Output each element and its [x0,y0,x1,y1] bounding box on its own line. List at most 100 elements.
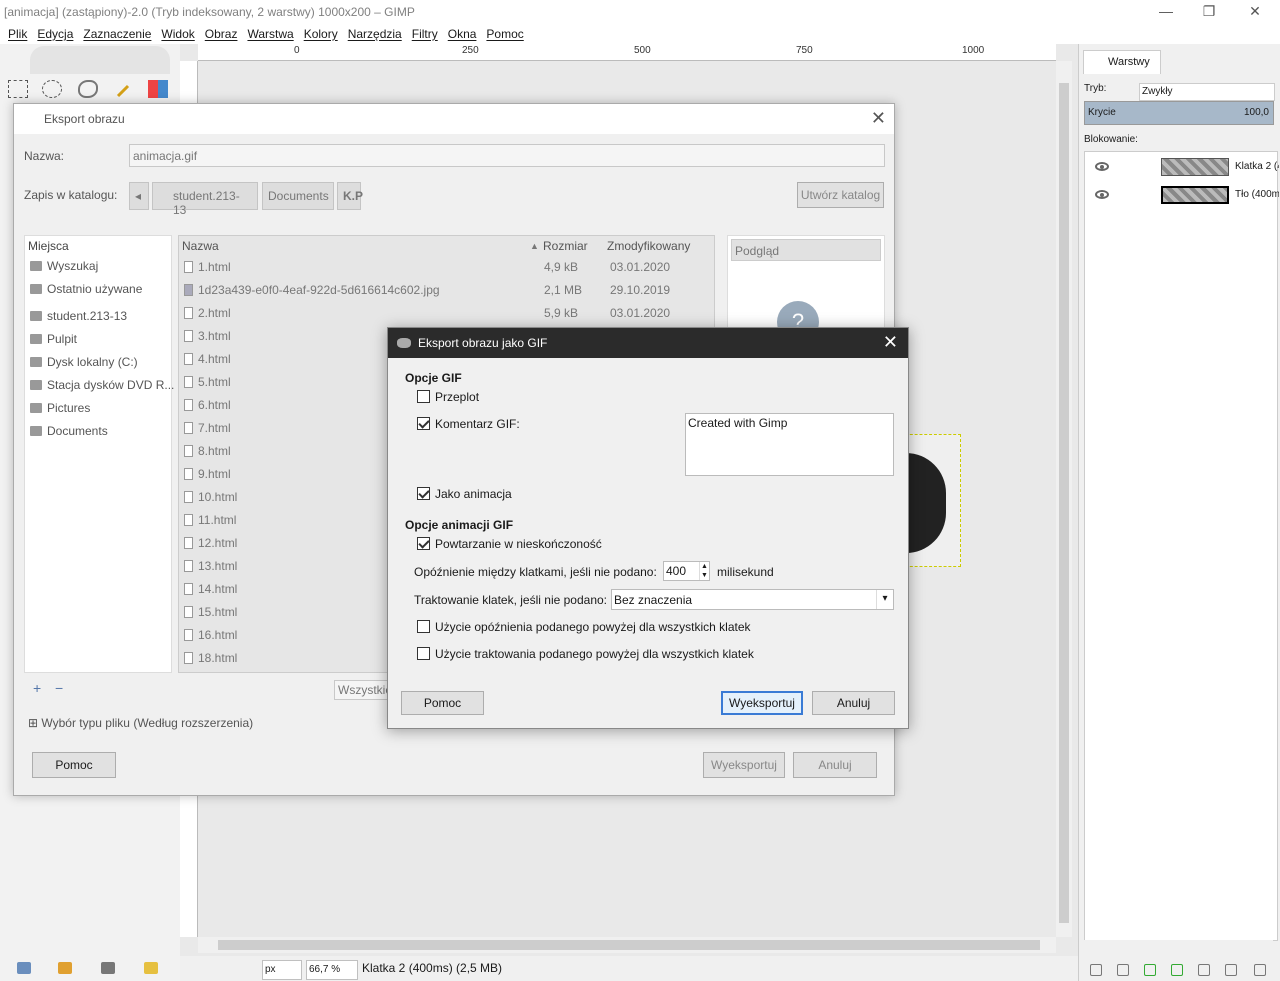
menu-widok[interactable]: Widok [156,27,199,41]
delay-spinbutton[interactable]: 400 ▲ ▼ [663,561,710,581]
breadcrumb-back-button[interactable]: ◂ [129,182,149,210]
gif-cancel-button[interactable]: Anuluj [812,691,895,715]
zoom-combo[interactable]: 66,7 % [306,960,358,980]
fuzzy-select-icon[interactable] [114,80,134,98]
status-text: Klatka 2 (400ms) (2,5 MB) [362,961,503,975]
spin-arrows-icon[interactable]: ▲ ▼ [699,562,709,580]
use-disposal-all-checkbox[interactable] [417,647,430,660]
breadcrumb-item[interactable]: K.P [337,182,363,210]
image-icon[interactable] [58,962,72,974]
menu-plik[interactable]: Plik [3,27,32,41]
file-row[interactable]: 2.html 5,9 kB 03.01.2020 [182,303,712,323]
disposal-combo[interactable]: Bez znaczenia ▾ [611,589,894,610]
opacity-slider[interactable]: Krycie 100,0 [1084,101,1274,125]
scroll-thumb[interactable] [218,940,1040,950]
help-button[interactable]: Pomoc [32,752,116,778]
gif-comment-checkbox[interactable] [417,417,430,430]
layers-horizontal-scrollbar[interactable] [1083,940,1273,956]
free-select-icon[interactable] [78,80,98,98]
file-row[interactable]: 1d23a439-e0f0-4eaf-922d-5d616614c602.jpg… [182,280,712,300]
menu-obraz[interactable]: Obraz [200,27,243,41]
layers-dock-buttons [1078,956,1280,981]
place-home[interactable]: student.213-13 [30,309,127,323]
menu-edycja[interactable]: Edycja [32,27,78,41]
tab-layers[interactable]: Warstwy [1083,50,1161,74]
preview-header: Podgląd [731,239,881,261]
use-delay-all-checkbox[interactable] [417,620,430,633]
unit-combo[interactable]: px [262,960,302,980]
canvas-horizontal-scrollbar[interactable] [198,937,1056,953]
lower-layer-icon[interactable] [1171,964,1183,976]
new-layer-icon[interactable] [1090,964,1102,976]
menu-pomoc[interactable]: Pomoc [481,27,528,41]
place-search[interactable]: Wyszukaj [30,259,98,273]
save-icon[interactable] [17,962,31,974]
close-window-button[interactable]: ✕ [1232,0,1278,23]
menu-zaznaczenie[interactable]: Zaznaczenie [78,27,156,41]
canvas-vertical-scrollbar[interactable] [1056,61,1072,937]
new-layer-group-icon[interactable] [1117,964,1129,976]
column-size[interactable]: Rozmiar [543,239,588,253]
column-name[interactable]: Nazwa [182,239,219,253]
image-file-icon [184,284,193,296]
file-icon [184,606,193,618]
opacity-label: Krycie [1088,107,1116,118]
place-recent[interactable]: Ostatnio używane [30,282,142,296]
mode-combo[interactable]: Zwykły [1139,83,1275,101]
delete-layer-icon[interactable] [1254,964,1266,976]
file-filter-combo[interactable]: Wszystkie [334,680,394,700]
image-canvas[interactable] [905,434,961,567]
menu-filtry[interactable]: Filtry [407,27,443,41]
gif-help-button[interactable]: Pomoc [401,691,484,715]
rect-select-icon[interactable] [8,80,28,98]
place-label: Wyszukaj [47,259,99,273]
dvd-drive-icon [30,380,42,390]
reset-icon[interactable] [144,962,158,974]
loop-forever-checkbox[interactable] [417,537,430,550]
visibility-eye-icon[interactable] [1095,190,1109,199]
breadcrumb-item[interactable]: student.213-13 [152,182,258,217]
column-modified[interactable]: Zmodyfikowany [607,239,690,253]
menu-okna[interactable]: Okna [443,27,482,41]
place-desktop[interactable]: Pulpit [30,332,77,346]
place-local-disk[interactable]: Dysk lokalny (C:) [30,355,138,369]
duplicate-layer-icon[interactable] [1198,964,1210,976]
file-icon [184,307,193,319]
export-button[interactable]: Wyeksportuj [703,752,785,778]
layer-row[interactable]: Tło (400ms) [1085,182,1279,209]
remove-place-icon[interactable]: − [55,680,63,696]
place-dvd[interactable]: Stacja dysków DVD R... [30,378,174,392]
menu-kolory[interactable]: Kolory [299,27,343,41]
folder-label: Zapis w katalogu: [24,188,118,202]
ellipse-select-icon[interactable] [42,80,62,98]
cancel-button[interactable]: Anuluj [793,752,877,778]
create-folder-button[interactable]: Utwórz katalog [797,182,884,208]
close-icon[interactable]: ✕ [871,108,886,129]
place-documents[interactable]: Documents [30,424,108,438]
select-by-color-icon[interactable] [148,80,168,98]
breadcrumb-item[interactable]: Documents [262,182,334,210]
minimize-button[interactable]: — [1143,0,1189,23]
filename-input[interactable]: animacja.gif [129,144,885,167]
layer-row[interactable]: Klatka 2 (400ms) [1085,154,1279,181]
disposal-label: Traktowanie klatek, jeśli nie podano: [414,593,607,607]
menu-narzedzia[interactable]: Narzędzia [343,27,407,41]
gif-comment-textarea[interactable]: Created with Gimp [685,413,894,476]
interlace-checkbox[interactable] [417,390,430,403]
as-animation-checkbox[interactable] [417,487,430,500]
file-row[interactable]: 1.html 4,9 kB 03.01.2020 [182,257,712,277]
add-place-icon[interactable]: + [33,680,41,696]
scroll-thumb[interactable] [1059,83,1069,923]
visibility-eye-icon[interactable] [1095,162,1109,171]
maximize-button[interactable]: ❐ [1186,0,1232,23]
raise-layer-icon[interactable] [1144,964,1156,976]
file-size: 5,9 kB [544,306,579,320]
menu-warstwa[interactable]: Warstwa [242,27,298,41]
file-type-expander[interactable]: ⊞ Wybór typu pliku (Według rozszerzenia) [28,716,253,730]
place-pictures[interactable]: Pictures [30,401,90,415]
gif-export-button[interactable]: Wyeksportuj [721,691,803,715]
folder-icon [30,403,42,413]
close-icon[interactable]: ✕ [883,332,898,353]
anchor-layer-icon[interactable] [1225,964,1237,976]
delete-icon[interactable] [101,962,115,974]
